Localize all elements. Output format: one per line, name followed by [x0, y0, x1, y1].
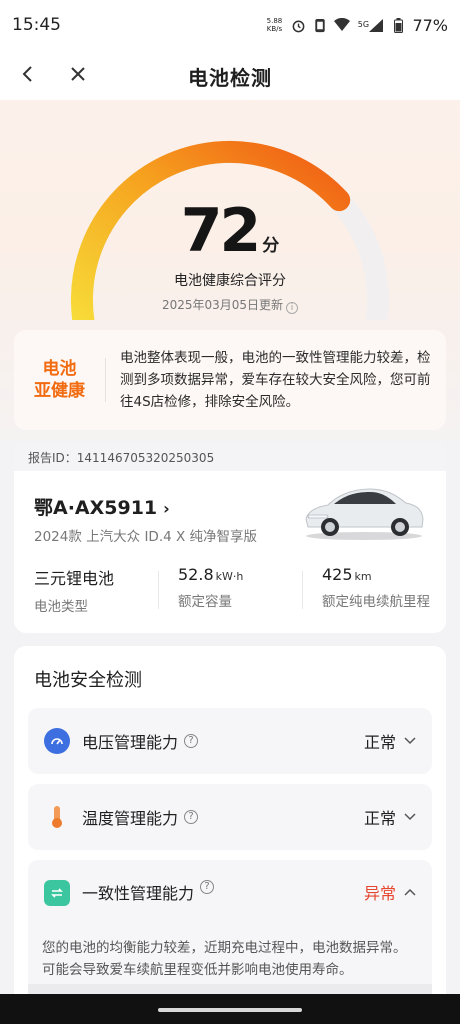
- spec-label: 额定容量: [178, 594, 232, 610]
- item-status: 正常: [364, 729, 416, 753]
- battery-percent: 77%: [412, 15, 448, 35]
- spec-value: 52.8: [178, 565, 214, 584]
- item-status: 异常: [364, 880, 416, 904]
- page-title: 电池检测: [188, 66, 272, 90]
- vibrate-icon: [312, 17, 328, 33]
- spec-label: 电池类型: [34, 599, 88, 615]
- chevron-down-icon: [404, 813, 416, 821]
- status-text: 异常: [363, 884, 396, 903]
- item-label: 温度管理能力: [82, 809, 179, 828]
- score-caption: 电池健康综合评分: [174, 273, 286, 289]
- status-text: 正常: [363, 809, 396, 828]
- vehicle-card: 报告ID：141146705320250305 鄂A·AX5911 › 2024款…: [14, 443, 446, 633]
- chevron-right-icon: ›: [163, 499, 170, 518]
- alarm-icon: [290, 17, 306, 33]
- net-speed-unit: KB/s: [266, 25, 283, 33]
- chevron-up-icon: [404, 888, 416, 896]
- section-title: 电池安全检测: [34, 670, 142, 691]
- health-description: 电池整体表现一般，电池的一致性管理能力较差，检测到多项数据异常，爱车存在较大安全…: [120, 350, 431, 410]
- license-plate-link[interactable]: 鄂A·AX5911 ›: [34, 493, 170, 520]
- safety-item-consistency[interactable]: 一致性管理能力 ? 异常 您的电池的均衡能力较差，近期充电过程中，电池数据异常。…: [28, 860, 432, 1000]
- license-plate: 鄂A·AX5911: [34, 497, 158, 519]
- nav-bar: 电池检测: [0, 50, 460, 100]
- signal-icon: 5G: [356, 17, 384, 33]
- spec-range: 425 km 额定纯电续航里程: [302, 565, 446, 615]
- help-icon[interactable]: ?: [200, 880, 215, 894]
- spec-capacity: 52.8 kW·h 额定容量: [158, 565, 302, 615]
- help-icon[interactable]: ?: [184, 810, 199, 824]
- status-bar: 15:45 5.88 KB/s 5G 77%: [0, 0, 460, 50]
- balance-icon: [44, 880, 70, 906]
- battery-safety-section: 电池安全检测 电压管理能力 ? 正常 温度管理能力 ? 正常 一致性管理能力 ?…: [14, 646, 446, 1024]
- item-label: 一致性管理能力: [82, 884, 195, 903]
- report-id: 报告ID：141146705320250305: [14, 443, 446, 471]
- health-summary-card: 电池 亚健康 电池整体表现一般，电池的一致性管理能力较差，检测到多项数据异常，爱…: [14, 330, 446, 430]
- chevron-down-icon: [404, 737, 416, 745]
- health-badge-line2: 亚健康: [34, 381, 85, 401]
- spec-unit: kW·h: [215, 570, 244, 583]
- net-speed: 5.88 KB/s: [264, 17, 284, 33]
- info-icon[interactable]: i: [286, 302, 299, 314]
- score-number: 72: [180, 196, 261, 266]
- battery-specs: 三元锂电池 电池类型 52.8 kW·h 额定容量 425 km 额定纯电续航里程: [14, 565, 446, 615]
- score-unit: 分: [262, 236, 280, 256]
- net-speed-value: 5.88: [266, 17, 283, 25]
- health-badge-line1: 电池: [42, 359, 77, 379]
- spec-value: 三元锂电池: [34, 569, 115, 588]
- score-value: 72 分: [0, 196, 460, 266]
- home-indicator[interactable]: [158, 1008, 302, 1012]
- status-text: 正常: [363, 733, 396, 752]
- spec-label: 额定纯电续航里程: [322, 594, 430, 610]
- network-type: 5G: [357, 20, 370, 29]
- spec-value: 425: [322, 565, 353, 584]
- safety-item-voltage[interactable]: 电压管理能力 ? 正常: [28, 708, 432, 774]
- update-date: 2025年03月05日更新 i: [0, 296, 460, 314]
- wifi-icon: [334, 17, 351, 33]
- spec-unit: km: [354, 570, 372, 583]
- help-icon[interactable]: ?: [184, 734, 199, 748]
- item-status: 正常: [364, 805, 416, 829]
- vehicle-model: 2024款 上汽大众 ID.4 X 纯净智享版: [34, 529, 258, 545]
- thermometer-icon: [44, 804, 70, 830]
- battery-icon: [390, 17, 406, 33]
- car-image: [300, 481, 426, 543]
- spec-battery-type: 三元锂电池 电池类型: [14, 565, 158, 615]
- gauge-icon: [44, 728, 70, 754]
- status-time: 15:45: [12, 15, 61, 35]
- status-icons: 5.88 KB/s 5G 77%: [264, 16, 448, 35]
- item-description: 您的电池的均衡能力较差，近期充电过程中，电池数据异常。可能会导致爱车续航里程变低…: [42, 940, 407, 978]
- update-date-text: 2025年03月05日更新: [161, 298, 284, 312]
- item-label: 电压管理能力: [82, 733, 179, 752]
- safety-item-temperature[interactable]: 温度管理能力 ? 正常: [28, 784, 432, 850]
- health-status-badge: 电池 亚健康: [14, 358, 106, 402]
